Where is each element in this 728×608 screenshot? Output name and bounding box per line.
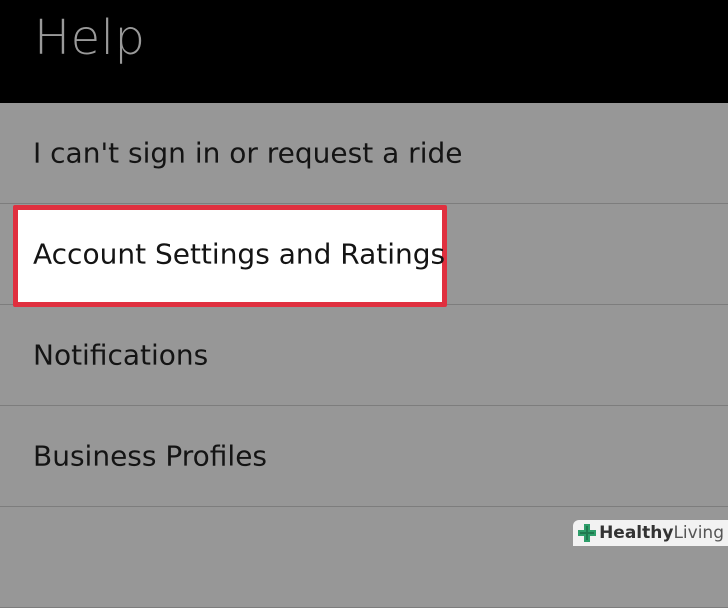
watermark-logo: Healthy Living	[573, 520, 728, 546]
medical-cross-icon	[578, 524, 597, 542]
menu-item-label: I can't sign in or request a ride	[33, 136, 463, 170]
menu-item-label: Notifications	[33, 338, 209, 372]
menu-item-business-profiles[interactable]: Business Profiles	[0, 406, 728, 507]
page-title: Help	[34, 10, 146, 66]
menu-item-account-settings-ratings[interactable]: Account Settings and Ratings	[0, 204, 728, 307]
watermark-brand-bold: Healthy	[599, 523, 674, 543]
menu-item-label: Business Profiles	[33, 439, 268, 473]
app-header: Help	[0, 0, 728, 103]
watermark-brand-light: Living	[673, 523, 724, 543]
menu-item-sign-in-request-ride[interactable]: I can't sign in or request a ride	[0, 103, 728, 204]
menu-item-notifications[interactable]: Notifications	[0, 305, 728, 406]
menu-item-label: Account Settings and Ratings	[33, 237, 446, 271]
